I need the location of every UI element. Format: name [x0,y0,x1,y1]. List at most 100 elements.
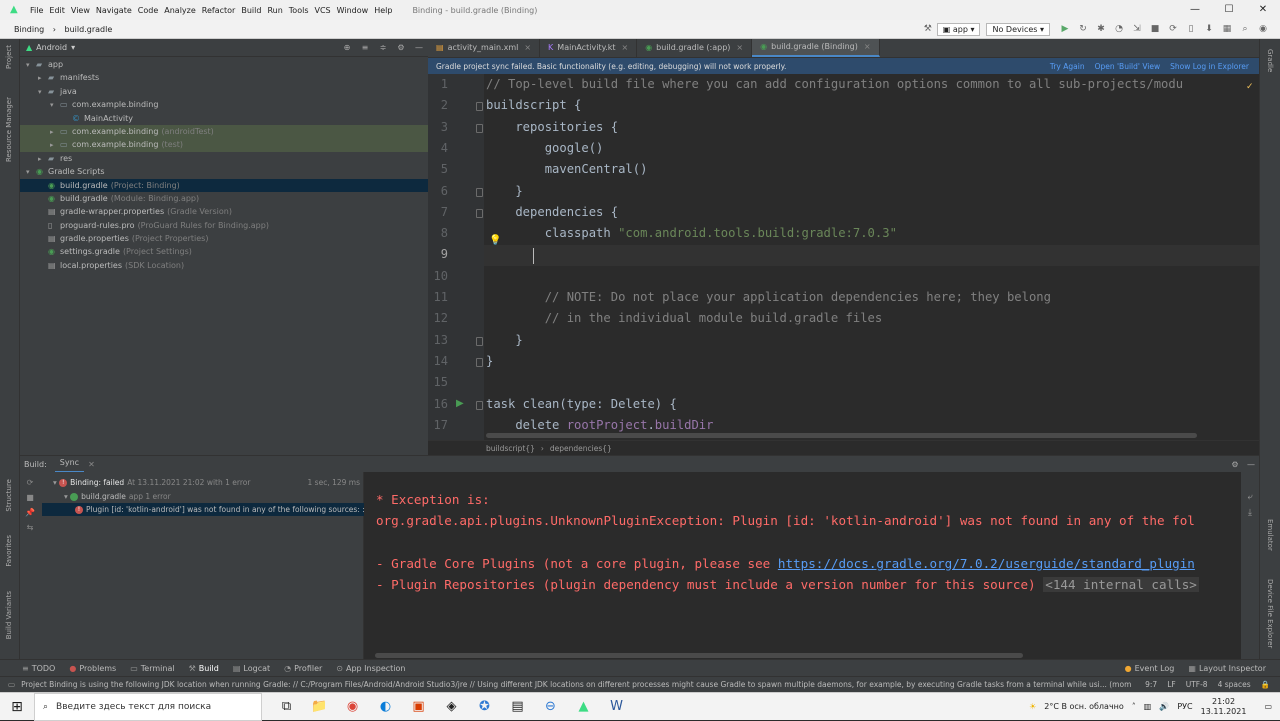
hammer-icon[interactable]: ⚒ [921,24,935,34]
run-gutter-icon[interactable]: ▶ [456,398,464,409]
emulator-tool-button[interactable]: Emulator [1266,519,1274,551]
notepad-icon[interactable]: ▤ [501,699,534,714]
restart-icon[interactable]: ⟳ [20,478,40,487]
close-icon[interactable]: × [736,39,743,57]
fold-marker-icon[interactable] [476,357,483,367]
run-config-select[interactable]: ▣ app ▾ [936,22,981,36]
project-view-select[interactable]: Android [36,43,67,52]
gear-icon[interactable]: ⚙ [392,43,410,52]
show-log-link[interactable]: Show Log in Explorer [1170,62,1249,71]
notifications-icon[interactable]: ▭ [1264,702,1272,711]
layout-inspector-icon[interactable]: ▦ [1220,24,1234,34]
tree-item[interactable]: ▾ ◉ Gradle Scripts [20,165,428,178]
favorites-tool-button[interactable]: Favorites [5,535,13,567]
menu-navigate[interactable]: Navigate [96,6,132,15]
locate-icon[interactable]: ⊕ [338,43,356,52]
debug-icon[interactable]: ✱ [1094,24,1108,34]
pin-icon[interactable]: 📌 [20,508,40,517]
weather-icon[interactable]: ☀ [1029,702,1036,711]
indent-setting[interactable]: 4 spaces [1218,680,1251,689]
menu-window[interactable]: Window [337,6,369,15]
close-icon[interactable]: ✕ [1246,0,1280,20]
tree-item[interactable]: ◉ settings.gradle (Project Settings) [20,245,428,258]
tree-item[interactable]: ▸ ▰ manifests [20,71,428,84]
internal-calls-fold[interactable]: <144 internal calls> [1043,577,1199,593]
fold-marker-icon[interactable] [476,208,483,218]
build-tree-row[interactable]: ! Plugin [id: 'kotlin-android'] was not f… [42,503,370,516]
breadcrumb-dependencies[interactable]: dependencies{} [550,444,612,453]
chevron-right-icon[interactable]: ▸ [38,153,48,166]
build-variants-tool-button[interactable]: Build Variants [5,591,13,639]
file-encoding[interactable]: UTF-8 [1186,680,1208,689]
chevron-right-icon[interactable]: ▸ [38,72,48,85]
status-message-icon[interactable]: ▭ [8,680,15,689]
chevron-down-icon[interactable]: ▾ [38,86,48,99]
caret-position[interactable]: 9:7 [1145,680,1157,689]
office-icon[interactable]: ▣ [402,699,435,714]
minimize-icon[interactable]: — [1178,0,1212,20]
menu-analyze[interactable]: Analyze [164,6,196,15]
tree-item[interactable]: ▸ ▰ res [20,152,428,165]
build-tree-row[interactable]: ▾ build.gradle app 1 error [42,490,364,503]
tree-item[interactable]: ▸ ▭ com.example.binding (androidTest) [20,124,428,139]
editor-tab[interactable]: ▤ activity_main.xml × [428,39,541,57]
fold-marker-icon[interactable] [476,400,483,410]
chevron-down-icon[interactable]: ▾ [50,99,60,112]
tool-window-todo[interactable]: ≡ TODO [22,664,55,673]
tool-window-layout-inspector[interactable]: ▦ Layout Inspector [1188,664,1266,673]
resource-manager-tool-button[interactable]: Resource Manager [5,97,13,162]
sync-gradle-icon[interactable]: ⟳ [1166,24,1180,34]
lock-icon[interactable]: 🔒 [1261,680,1270,689]
toggle-view-icon[interactable]: ⇆ [20,523,40,532]
chevron-right-icon[interactable]: ▸ [50,126,60,139]
menu-run[interactable]: Run [267,6,282,15]
tool-window-event-log[interactable]: ● Event Log [1125,664,1175,673]
tree-item[interactable]: ▤ local.properties (SDK Location) [20,259,428,272]
close-icon[interactable]: × [864,38,871,56]
menu-help[interactable]: Help [374,6,392,15]
fold-marker-icon[interactable] [476,123,483,133]
chevron-down-icon[interactable]: ▾ [26,166,36,179]
scroll-to-end-icon[interactable]: ⤓ [1241,508,1259,518]
project-tool-button[interactable]: Project [5,45,13,69]
stop-icon[interactable]: ■ [1148,24,1162,34]
editor-gutter[interactable]: 1 2 3 4 5 6 7 8 9 10 11 12 13 14 15 16 17 [428,74,484,440]
open-build-view-link[interactable]: Open 'Build' View [1095,62,1161,71]
search-icon[interactable]: ⌕ [1238,24,1252,34]
sdk-manager-icon[interactable]: ⬇ [1202,24,1216,34]
fold-marker-icon[interactable] [476,102,483,112]
menu-vcs[interactable]: VCS [315,6,331,15]
close-icon[interactable]: × [524,39,531,57]
avd-manager-icon[interactable]: ▯ [1184,24,1198,34]
apply-changes-icon[interactable]: ↻ [1076,24,1090,34]
windows-start-icon[interactable]: ⊞ [0,699,34,715]
tree-item[interactable]: ▾ ▭ com.example.binding [20,98,428,111]
app-icon[interactable]: ✪ [468,699,501,714]
maximize-icon[interactable]: ☐ [1212,0,1246,20]
gear-icon[interactable]: ⚙ [1227,460,1243,469]
account-icon[interactable]: ◉ [1256,24,1270,34]
hide-panel-icon[interactable]: — [410,43,428,52]
tree-item[interactable]: © MainActivity [20,112,428,125]
tree-item[interactable]: ▾ ▰ app [20,58,428,71]
file-explorer-icon[interactable]: 📁 [303,699,336,714]
status-message[interactable]: Project Binding is using the following J… [21,680,1131,689]
build-tree-row[interactable]: ▾ ! Binding: failed At 13.11.2021 21:02 wi… [42,476,364,489]
tree-item[interactable]: ◉ build.gradle (Project: Binding) [20,178,428,192]
fold-marker-icon[interactable] [476,336,483,346]
tree-item[interactable]: ▤ gradle.properties (Project Properties) [20,232,428,245]
language-indicator[interactable]: РУС [1177,702,1192,711]
app-icon[interactable]: ⊖ [534,699,567,714]
gradle-tool-button[interactable]: Gradle [1266,49,1274,72]
tree-item[interactable]: ◉ build.gradle (Module: Binding.app) [20,192,428,205]
volume-icon[interactable]: 🔊 [1159,702,1169,711]
fold-marker-icon[interactable] [476,187,483,197]
run-icon[interactable]: ▶ [1058,24,1072,34]
console-horizontal-scrollbar[interactable] [375,653,1023,658]
chevron-right-icon[interactable]: ▸ [50,139,60,152]
collapse-all-icon[interactable]: ≑ [374,43,392,52]
menu-refactor[interactable]: Refactor [202,6,236,15]
device-file-explorer-tool-button[interactable]: Device File Explorer [1266,579,1274,648]
chrome-icon[interactable]: ◉ [336,699,369,714]
word-icon[interactable]: W [600,699,633,714]
